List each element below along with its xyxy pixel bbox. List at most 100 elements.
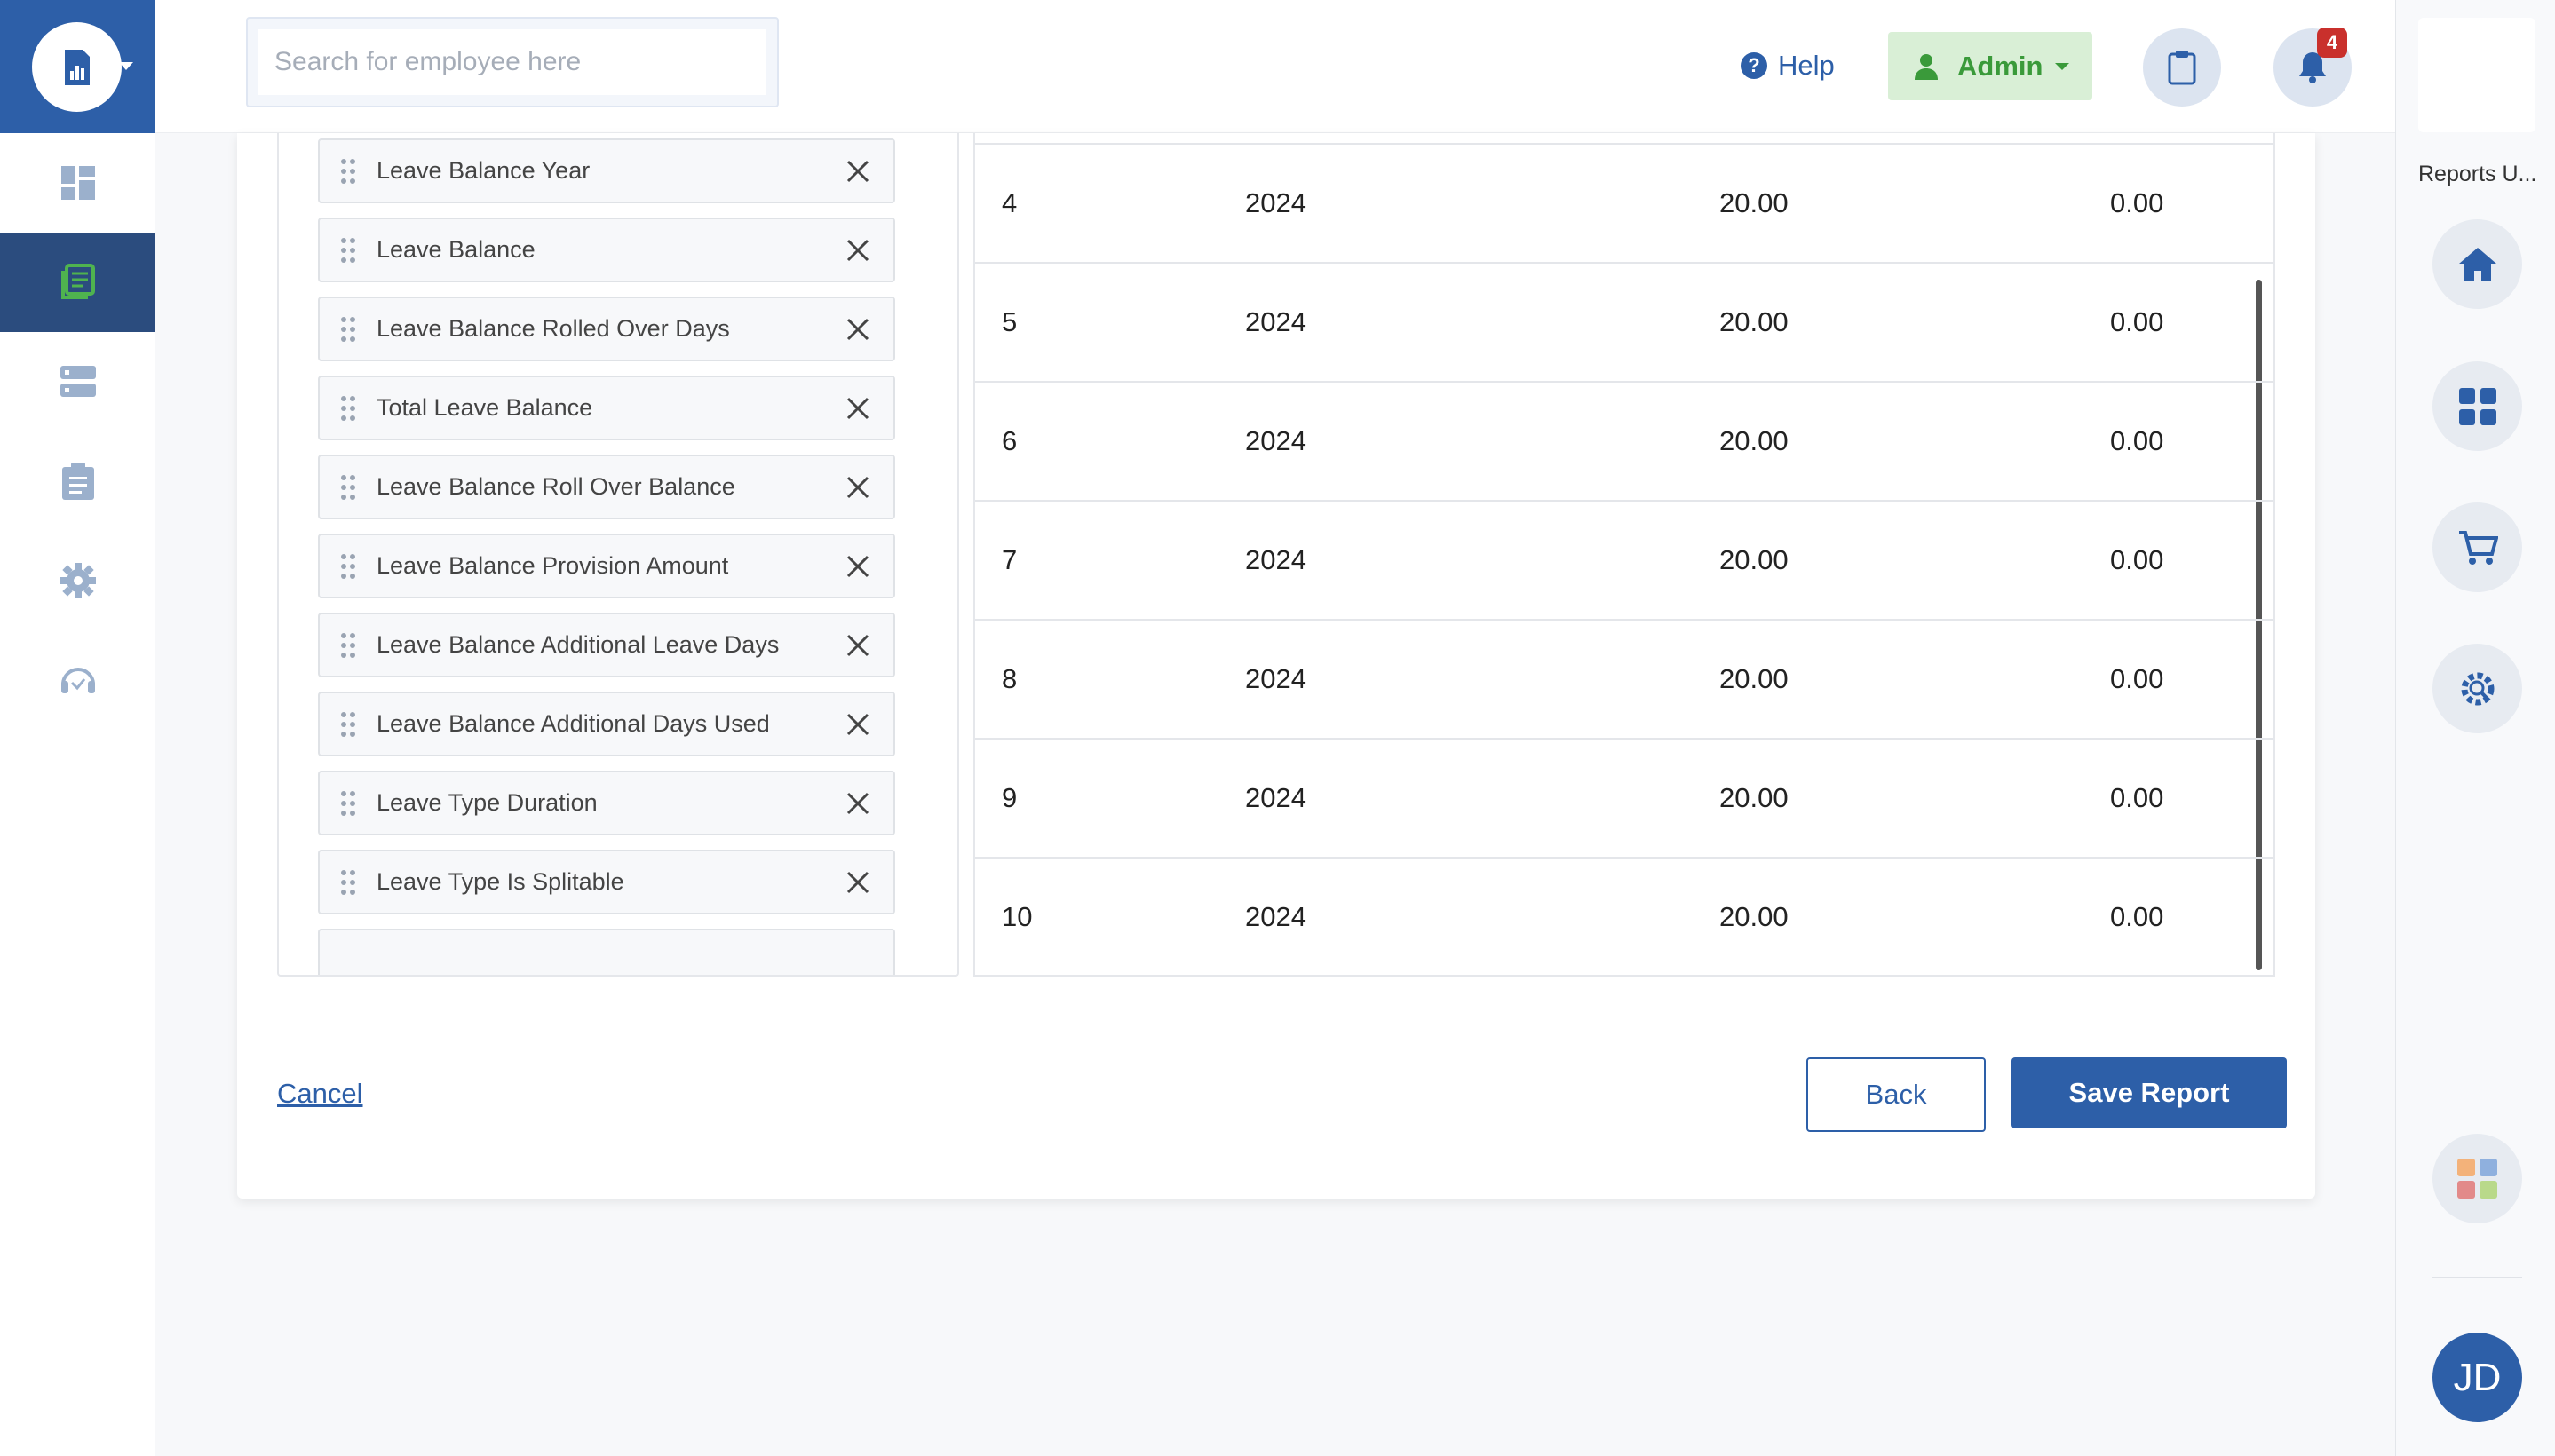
field-label: Leave Balance Provision Amount (377, 552, 729, 579)
table-row: 6 2024 20.00 0.00 (975, 381, 2273, 500)
table-cell: 0.00 (2110, 901, 2164, 932)
table-row: 9 2024 20.00 0.00 (975, 738, 2273, 857)
remove-field-icon[interactable] (822, 771, 893, 835)
table-cell: 2024 (1245, 544, 1306, 575)
table-cell: 7 (1002, 544, 1018, 575)
field-item[interactable]: Leave Balance Rolled Over Days (318, 297, 895, 361)
drag-handle-icon[interactable] (320, 297, 377, 361)
reports-logo-icon[interactable] (32, 22, 122, 112)
table-cell: 5 (1002, 306, 1018, 337)
table-cell: 2024 (1245, 901, 1306, 932)
field-item[interactable]: Leave Balance (318, 218, 895, 282)
field-item[interactable]: Leave Type Is Splitable (318, 850, 895, 914)
remove-field-icon[interactable] (822, 692, 893, 756)
color-apps-button[interactable] (2432, 1134, 2522, 1223)
notification-badge: 4 (2317, 28, 2347, 58)
table-cell: 20.00 (1719, 306, 1789, 337)
chevron-down-icon (2055, 62, 2070, 70)
field-label: Leave Type Duration (377, 789, 598, 816)
report-preview-table[interactable]: 4 2024 20.00 0.00 5 2024 20.00 0.00 6 2024 20.00 0.… (973, 133, 2275, 977)
field-item[interactable]: Total Leave Balance (318, 376, 895, 440)
apps-grid-button[interactable] (2432, 361, 2522, 451)
table-cell: 2024 (1245, 425, 1306, 456)
drag-handle-icon[interactable] (320, 613, 377, 677)
dashboard-icon[interactable] (0, 133, 155, 233)
table-cell: 20.00 (1719, 544, 1789, 575)
remove-field-icon[interactable] (822, 850, 893, 914)
table-cell: 20.00 (1719, 425, 1789, 456)
field-label: Leave Balance Additional Leave Days (377, 631, 780, 658)
field-label: Leave Balance Roll Over Balance (377, 473, 735, 500)
cart-button[interactable] (2432, 502, 2522, 592)
table-cell: 0.00 (2110, 544, 2164, 575)
field-item[interactable]: Leave Balance Additional Days Used (318, 692, 895, 756)
field-item[interactable]: Leave Balance Roll Over Balance (318, 455, 895, 519)
remove-field-icon[interactable] (822, 138, 893, 203)
field-item[interactable]: Leave Balance Provision Amount (318, 534, 895, 598)
table-cell: 6 (1002, 425, 1018, 456)
cart-icon (2458, 530, 2498, 565)
support-headset-icon[interactable] (0, 630, 155, 730)
settings-search-button[interactable] (2432, 644, 2522, 733)
field-label: Leave Balance Additional Days Used (377, 710, 770, 737)
cancel-link[interactable]: Cancel (277, 1078, 363, 1110)
user-icon (1915, 53, 1938, 80)
top-bar: ? Help Admin (155, 0, 2395, 133)
left-sidebar (0, 0, 155, 1456)
table-cell: 8 (1002, 663, 1018, 694)
server-icon[interactable] (0, 332, 155, 431)
table-cell: 0.00 (2110, 782, 2164, 813)
remove-field-icon[interactable] (822, 297, 893, 361)
help-label: Help (1778, 50, 1835, 81)
field-label: Leave Balance (377, 236, 536, 263)
table-cell: 10 (1002, 901, 1033, 932)
drag-handle-icon[interactable] (320, 218, 377, 282)
color-apps-icon (2456, 1158, 2497, 1199)
table-cell: 0.00 (2110, 663, 2164, 694)
chevron-down-icon[interactable] (119, 62, 133, 70)
save-report-button[interactable]: Save Report (2011, 1057, 2287, 1128)
remove-field-icon[interactable] (822, 218, 893, 282)
search-box (246, 17, 779, 107)
remove-field-icon[interactable] (822, 455, 893, 519)
remove-field-icon[interactable] (822, 613, 893, 677)
admin-dropdown-button[interactable]: Admin (1888, 32, 2092, 100)
remove-field-icon[interactable] (822, 534, 893, 598)
rail-header-tile (2418, 18, 2535, 132)
rail-title: Reports U... (2418, 162, 2537, 186)
field-label: Leave Balance Rolled Over Days (377, 315, 730, 342)
drag-handle-icon[interactable] (320, 771, 377, 835)
field-label: Leave Balance Year (377, 157, 591, 184)
field-item[interactable]: Leave Balance Year (318, 138, 895, 203)
field-item[interactable]: Leave Type Duration (318, 771, 895, 835)
clipboard-icon[interactable] (0, 431, 155, 531)
drag-handle-icon[interactable] (320, 692, 377, 756)
remove-field-icon[interactable] (822, 376, 893, 440)
table-row: 8 2024 20.00 0.00 (975, 619, 2273, 738)
employee-search-input[interactable] (258, 29, 766, 95)
avatar[interactable]: JD (2432, 1333, 2522, 1422)
field-item[interactable]: Leave Balance Additional Leave Days (318, 613, 895, 677)
selected-fields-panel[interactable]: Leave Balance Year Leave Balance Leave Bal… (277, 133, 959, 977)
drag-handle-icon[interactable] (320, 376, 377, 440)
reports-icon[interactable] (0, 233, 155, 332)
settings-search-icon (2461, 672, 2494, 705)
drag-handle-icon[interactable] (320, 534, 377, 598)
drag-handle-icon[interactable] (320, 455, 377, 519)
table-cell: 20.00 (1719, 901, 1789, 932)
settings-gear-icon[interactable] (0, 531, 155, 630)
table-cell: 9 (1002, 782, 1018, 813)
tasks-clipboard-button[interactable] (2143, 28, 2221, 107)
report-builder-card: Leave Balance Year Leave Balance Leave Bal… (237, 133, 2315, 1199)
admin-label: Admin (1957, 50, 2043, 82)
help-link[interactable]: ? Help (1741, 44, 1835, 87)
drag-handle-icon[interactable] (320, 850, 377, 914)
field-item[interactable] (318, 929, 895, 975)
table-cell: 20.00 (1719, 782, 1789, 813)
table-cell: 2024 (1245, 782, 1306, 813)
home-button[interactable] (2432, 219, 2522, 309)
table-row: 5 2024 20.00 0.00 (975, 262, 2273, 381)
back-button[interactable]: Back (1806, 1057, 1986, 1132)
table-row: 10 2024 20.00 0.00 (975, 857, 2273, 975)
drag-handle-icon[interactable] (320, 138, 377, 203)
